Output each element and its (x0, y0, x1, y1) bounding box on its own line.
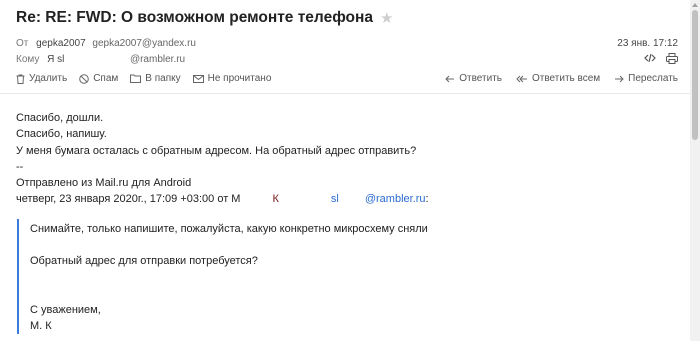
reply-header-colon: : (425, 193, 429, 206)
forward-label: Переслать (628, 73, 678, 84)
body-line: Спасибо, напишу. (16, 128, 107, 141)
message-subject: Re: RE: FWD: О возможном ремонте телефон… (16, 9, 373, 26)
spam-icon (79, 73, 89, 84)
signature-separator: -- (16, 160, 24, 173)
from-label: От (16, 38, 29, 49)
reply-icon (445, 75, 455, 82)
reply-label: Ответить (459, 73, 502, 84)
reply-actions: Ответить Ответить всем Переслать (431, 73, 678, 84)
message-date: 23 янв. 17:12 (617, 38, 678, 49)
delete-label: Удалить (29, 73, 68, 84)
reply-header-k: К (272, 193, 279, 206)
reply-header-email[interactable]: @rambler.ru (365, 193, 426, 205)
quote-signature-name: М. К (30, 320, 52, 332)
envelope-icon (192, 74, 204, 83)
to-label: Кому (16, 54, 40, 65)
subject-row: Re: RE: FWD: О возможном ремонте телефон… (16, 9, 393, 27)
scroll-up-arrow-icon[interactable] (692, 3, 698, 7)
from-row: От gepka2007 gepka2007@yandex.ru (16, 38, 196, 49)
quote-line: Обратный адрес для отправки потребуется? (30, 255, 258, 267)
forward-button[interactable]: Переслать (614, 73, 678, 84)
message-toolbar: Удалить Спам В папку Не прочитано (16, 73, 283, 84)
star-icon[interactable]: ★ (380, 11, 393, 26)
reply-all-button[interactable]: Ответить всем (516, 73, 600, 84)
scroll-thumb[interactable] (692, 10, 698, 140)
sent-from-line: Отправлено из Mail.ru для Android (16, 177, 192, 190)
quote-signature: С уважением, (30, 304, 101, 316)
sender-name[interactable]: gepka2007 (36, 38, 86, 49)
to-row: Кому Я sl @rambler.ru (16, 54, 185, 65)
reply-header-sl[interactable]: sl (331, 193, 339, 205)
reply-button[interactable]: Ответить (445, 73, 502, 84)
body-line: У меня бумага осталась с обратным адресо… (16, 144, 417, 157)
quoted-reply-header: четверг, 23 января 2020г., 17:09 +03:00 … (16, 191, 429, 207)
message-header: Re: RE: FWD: О возможном ремонте телефон… (0, 0, 690, 94)
reply-all-label: Ответить всем (531, 73, 601, 84)
code-icon[interactable] (644, 53, 656, 66)
print-icon[interactable] (666, 53, 678, 67)
quoted-message: Снимайте, только напишите, пожалуйста, к… (17, 219, 428, 334)
mark-unread-button[interactable]: Не прочитано (192, 73, 272, 84)
body-line: Спасибо, дошли. (16, 112, 104, 124)
forward-icon (615, 75, 624, 82)
spam-button[interactable]: Спам (79, 73, 118, 84)
move-to-folder-button[interactable]: В папку (130, 73, 181, 84)
folder-icon (130, 74, 142, 83)
folder-label: В папку (145, 73, 181, 84)
reply-all-icon (516, 75, 527, 82)
reply-header-date: четверг, 23 января 2020г., 17:09 +03:00 … (16, 193, 241, 206)
unread-label: Не прочитано (207, 73, 272, 84)
message-body: Спасибо, дошли. Спасибо, напишу. У меня … (16, 110, 429, 208)
spam-label: Спам (93, 73, 119, 84)
sender-email[interactable]: gepka2007@yandex.ru (92, 38, 196, 49)
trash-icon (16, 74, 25, 84)
delete-button[interactable]: Удалить (16, 73, 67, 84)
recipient-email[interactable]: @rambler.ru (130, 54, 185, 65)
recipient-name[interactable]: Я sl (47, 54, 64, 65)
scrollbar[interactable] (690, 0, 700, 341)
quote-line: Снимайте, только напишите, пожалуйста, к… (30, 223, 428, 235)
